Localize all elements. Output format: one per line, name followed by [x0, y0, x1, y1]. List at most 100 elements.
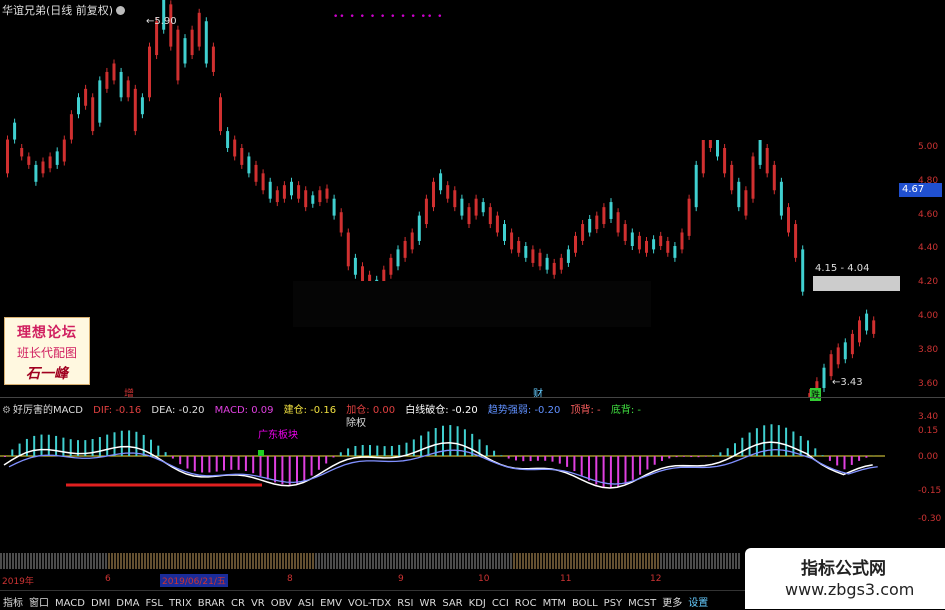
candle — [340, 208, 343, 236]
toolbar-item[interactable]: RSI — [394, 595, 416, 609]
toolbar-item[interactable]: CCI — [489, 595, 512, 609]
candle — [13, 119, 16, 144]
toolbar-item[interactable]: MTM — [540, 595, 569, 609]
macd-bar — [384, 446, 386, 456]
candle — [517, 237, 520, 257]
candle-body — [823, 368, 826, 388]
candle-body — [397, 249, 400, 266]
toolbar-item[interactable]: 设置 — [685, 591, 711, 609]
macd-bar — [340, 452, 342, 456]
candle-body — [773, 165, 776, 190]
macd-bar — [566, 456, 568, 467]
high-price-label: ←5.90 — [146, 16, 177, 27]
low-price-value: 3.43 — [840, 377, 862, 388]
candle-body — [20, 148, 23, 156]
candle-body — [652, 239, 655, 249]
toolbar-item[interactable]: WR — [416, 595, 439, 609]
toolbar-item[interactable]: CR — [228, 595, 248, 609]
candle-body — [489, 207, 492, 224]
candle-body — [276, 190, 279, 202]
candle-body — [283, 185, 286, 199]
candle-body — [844, 342, 847, 359]
candle — [326, 185, 329, 203]
candle-body — [340, 212, 343, 232]
toolbar-item[interactable]: PSY — [601, 595, 626, 609]
candle — [567, 245, 570, 267]
toolbar-item[interactable]: ROC — [512, 595, 540, 609]
macd-bar — [427, 431, 429, 456]
toolbar-item[interactable]: 更多 — [659, 591, 685, 609]
macd-bar — [398, 445, 400, 456]
toolbar-item[interactable]: FSL — [142, 595, 166, 609]
candle — [744, 186, 747, 219]
candle-body — [34, 165, 37, 182]
macd-bar — [844, 456, 846, 469]
toolbar-item[interactable]: VR — [248, 595, 268, 609]
toolbar-item[interactable]: MACD — [52, 595, 88, 609]
candle — [823, 364, 826, 392]
macd-bar — [829, 456, 831, 461]
macd-bar — [99, 437, 101, 456]
range-label: 4.15 - 4.04 — [815, 263, 870, 274]
candle-body — [148, 47, 151, 98]
macd-bar — [62, 438, 64, 456]
toolbar-item[interactable]: VOL-TDX — [345, 595, 394, 609]
macd-bar — [800, 436, 802, 456]
candle-body — [496, 216, 499, 233]
candle-body — [602, 207, 605, 224]
watermark-title: 指标公式网 — [801, 554, 886, 579]
toolbar-item[interactable]: DMI — [88, 595, 113, 609]
candle-body — [830, 354, 833, 376]
toolbar-item[interactable]: SAR — [439, 595, 465, 609]
candle — [645, 237, 648, 257]
candle — [283, 181, 286, 203]
candle — [503, 220, 506, 245]
macd-bar — [639, 456, 641, 475]
toolbar-item[interactable]: TRIX — [166, 595, 195, 609]
toolbar-item[interactable]: 指标 — [0, 591, 26, 609]
candle-body — [297, 185, 300, 199]
candle-body — [688, 199, 691, 236]
candle — [91, 93, 94, 135]
toolbar-item[interactable]: ASI — [295, 595, 317, 609]
candle-body — [63, 140, 66, 162]
macd-bar — [814, 448, 816, 456]
toolbar-item[interactable]: EMV — [317, 595, 345, 609]
high-price-value: 5.90 — [154, 16, 176, 27]
candle-body — [233, 140, 236, 157]
macd-bar — [778, 425, 780, 456]
toolbar-item[interactable]: KDJ — [466, 595, 489, 609]
macd-bar — [508, 456, 510, 459]
toolbar-item[interactable]: BOLL — [569, 595, 601, 609]
candle — [347, 229, 350, 271]
candle — [581, 220, 584, 245]
candle-body — [737, 182, 740, 207]
candle — [333, 195, 336, 220]
candle — [49, 152, 52, 172]
price-tick: 3.60 — [918, 379, 938, 389]
candle — [84, 85, 87, 110]
candle-body — [560, 258, 563, 270]
candle-body — [475, 199, 478, 216]
candle — [226, 127, 229, 152]
candle-body — [666, 241, 669, 253]
toolbar-item[interactable]: DMA — [113, 595, 142, 609]
toolbar-item[interactable]: 窗口 — [26, 591, 52, 609]
toolbar-item[interactable]: BRAR — [195, 595, 228, 609]
toolbar-item[interactable]: MCST — [625, 595, 659, 609]
candle — [595, 212, 598, 234]
candle-body — [70, 114, 73, 139]
candle-body — [176, 30, 179, 81]
candle-body — [269, 182, 272, 199]
candle-body — [13, 123, 16, 140]
toolbar-item[interactable]: OBV — [268, 595, 295, 609]
price-axis: 5.004.804.604.404.204.003.803.603.40 — [900, 0, 945, 398]
candle-body — [624, 224, 627, 241]
macd-chart[interactable] — [0, 412, 945, 548]
candle-body — [105, 72, 108, 89]
macd-bar — [55, 436, 57, 456]
candle — [460, 195, 463, 220]
macd-bar — [187, 456, 189, 469]
macd-bar — [698, 456, 700, 457]
candle — [411, 229, 414, 254]
